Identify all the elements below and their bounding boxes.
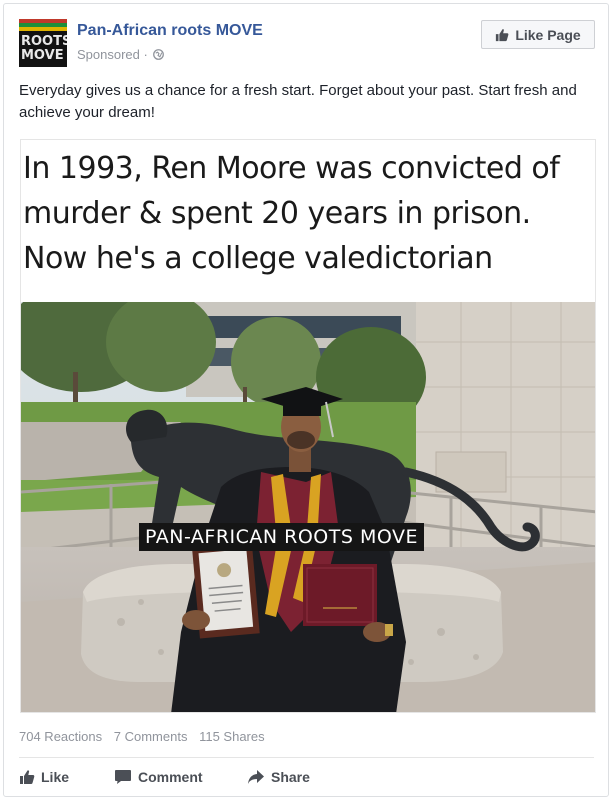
comment-bubble-icon bbox=[115, 770, 131, 784]
post-header: ROOTS MOVE Pan-African roots MOVE Sponso… bbox=[19, 19, 595, 69]
watermark-caption: PAN-AFRICAN ROOTS MOVE bbox=[139, 523, 424, 551]
reactions-count[interactable]: 704 Reactions bbox=[19, 729, 102, 744]
comment-button[interactable]: Comment bbox=[114, 764, 203, 790]
globe-icon bbox=[153, 49, 165, 60]
like-page-button[interactable]: Like Page bbox=[481, 20, 595, 49]
share-label: Share bbox=[271, 769, 310, 785]
thumbs-up-icon bbox=[496, 28, 509, 41]
like-button[interactable]: Like bbox=[19, 764, 69, 790]
media-headline: In 1993, Ren Moore was convicted of murd… bbox=[21, 140, 595, 302]
logo-text-roots: ROOTS bbox=[21, 34, 67, 49]
post-actions-bar: Like Comment Share bbox=[19, 764, 594, 790]
sponsored-line: Sponsored · bbox=[77, 47, 165, 62]
page-name-link[interactable]: Pan-African roots MOVE bbox=[77, 22, 263, 40]
like-label: Like bbox=[41, 769, 70, 785]
share-arrow-icon bbox=[248, 770, 264, 784]
post-media-link[interactable]: In 1993, Ren Moore was convicted of murd… bbox=[20, 139, 596, 713]
share-button[interactable]: Share bbox=[247, 764, 310, 790]
shares-count[interactable]: 115 Shares bbox=[199, 729, 265, 744]
engagement-stats: 704 Reactions 7 Comments 115 Shares bbox=[19, 729, 273, 744]
page-avatar[interactable]: ROOTS MOVE bbox=[19, 19, 67, 67]
sponsored-label[interactable]: Sponsored · bbox=[77, 47, 148, 62]
logo-yellow-band bbox=[19, 27, 67, 31]
comment-label: Comment bbox=[138, 769, 203, 785]
logo-text-move: MOVE bbox=[21, 48, 64, 63]
post-message: Everyday gives us a chance for a fresh s… bbox=[19, 82, 577, 121]
actions-divider bbox=[19, 757, 594, 758]
sponsored-post-card: ROOTS MOVE Pan-African roots MOVE Sponso… bbox=[3, 3, 609, 797]
valedictorian-photo bbox=[21, 302, 595, 712]
thumbs-up-icon bbox=[20, 770, 35, 784]
comments-count[interactable]: 7 Comments bbox=[114, 729, 188, 744]
like-page-label: Like Page bbox=[515, 26, 581, 43]
